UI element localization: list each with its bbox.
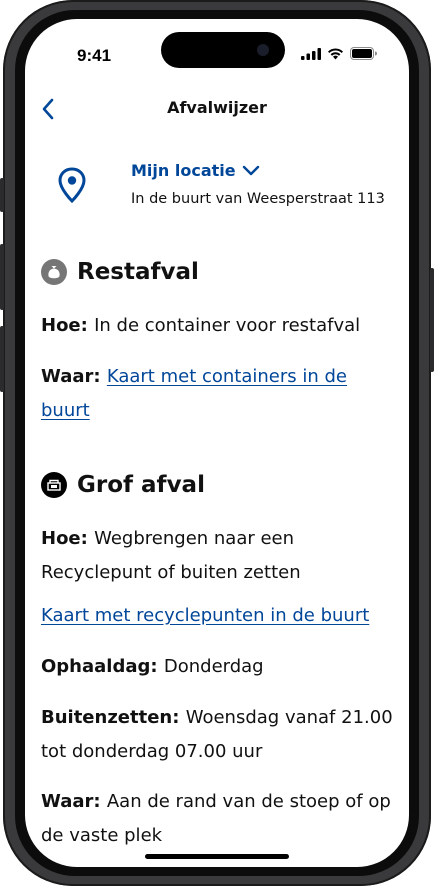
restafval-hoe-value: In de container voor restafval [94,315,361,336]
grof-afval-title: Grof afval [77,472,205,498]
buitenzetten-label: Buitenzetten: [41,707,186,728]
grof-afval-heading: Grof afval [41,472,205,498]
ophaaldag-label: Ophaaldag: [41,656,164,677]
device-frame: 9:41 Afvalwijzer Mijn locatie In de buur… [0,0,434,886]
app-screen: 9:41 Afvalwijzer Mijn locatie In de buur… [25,19,409,867]
grof-afval-hoe-label: Hoe: [41,528,95,549]
restafval-title: Restafval [77,259,199,285]
grof-afval-waar: Waar: Aan de rand van de stoep of op de … [41,785,393,853]
restafval-hoe: Hoe: In de container voor restafval [41,309,393,343]
restafval-heading: Restafval [41,259,199,285]
status-icons [301,47,377,60]
grof-afval-hoe: Hoe: Wegbrengen naar een Recyclepunt of … [41,522,393,590]
battery-icon [350,47,377,60]
power-button [430,268,434,372]
grof-afval-buitenzetten: Buitenzetten: Woensdag vanaf 21.00 tot d… [41,701,393,769]
home-indicator[interactable] [145,854,289,859]
location-title-label: Mijn locatie [131,161,236,180]
bulky-waste-icon [41,472,67,498]
location-pin-icon [58,167,86,203]
location-address: In de buurt van Weesperstraat 113 [131,191,385,207]
restafval-hoe-label: Hoe: [41,315,95,336]
status-time: 9:41 [77,46,112,65]
restafval-waar: Waar: Kaart met containers in de buurt [41,360,393,428]
volume-down-button [0,326,4,392]
recyclepoints-map-link[interactable]: Kaart met recyclepunten in de buurt [41,605,369,626]
dynamic-island [161,32,285,68]
navigation-bar: Afvalwijzer [25,87,409,131]
camera-icon [257,44,269,56]
ophaaldag-value: Donderdag [163,656,264,677]
chevron-down-icon [242,165,259,175]
page-title: Afvalwijzer [167,98,267,117]
trash-bag-icon [41,259,67,285]
restafval-waar-label: Waar: [41,366,107,387]
wifi-icon [328,47,343,59]
location-selector[interactable]: Mijn locatie In de buurt van Weesperstra… [53,159,393,219]
device-bezel: 9:41 Afvalwijzer Mijn locatie In de buur… [15,10,419,876]
grof-afval-waar-label: Waar: [41,791,107,812]
cellular-signal-icon [301,47,321,60]
grof-afval-map: Kaart met recyclepunten in de buurt [41,599,393,633]
location-title[interactable]: Mijn locatie [131,161,260,180]
grof-afval-ophaaldag: Ophaaldag: Donderdag [41,650,393,684]
volume-up-button [0,244,4,310]
action-button [0,178,4,212]
